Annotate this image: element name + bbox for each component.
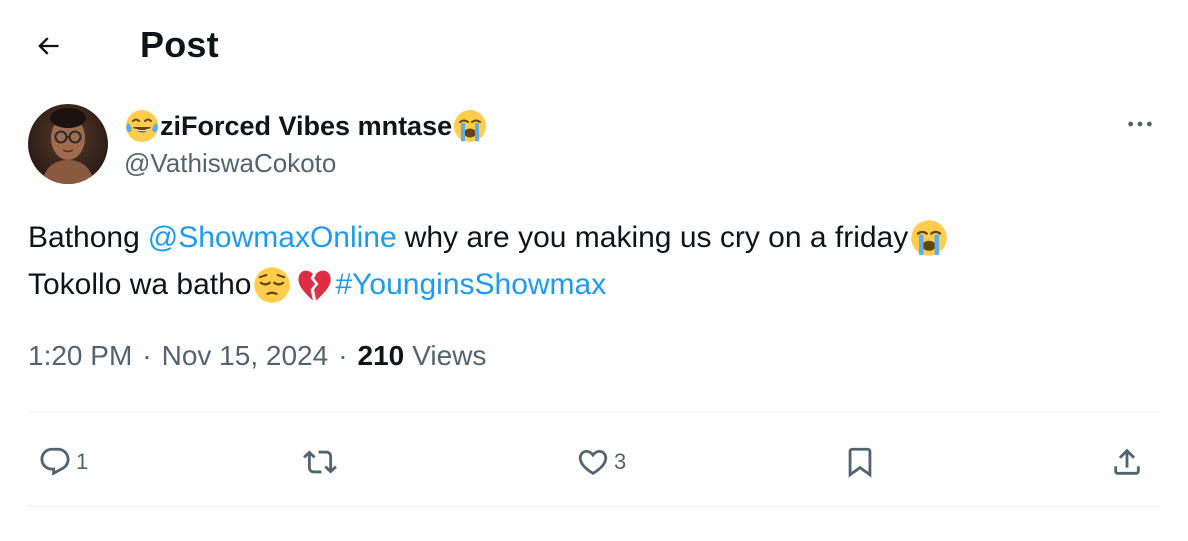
top-bar: Post [0,0,1188,92]
post-text-segment: Bathong [28,221,140,254]
more-options-button[interactable] [1118,108,1162,140]
views-count: 210 [357,340,405,371]
post-line-2: Tokollo wa batho #YounginsShowmax [28,261,1148,308]
more-horizontal-icon [1128,121,1152,127]
post-text-segment: Tokollo wa batho [28,268,252,301]
views-label: Views [412,340,487,371]
author-handle[interactable]: @VathiswaCokoto [124,148,336,179]
avatar[interactable] [28,104,108,184]
repost-button[interactable] [303,440,341,484]
arrow-left-icon [38,37,59,55]
post-time[interactable]: 1:20 PM [28,340,132,372]
bookmark-button[interactable] [843,440,877,484]
mention-link[interactable]: @ShowmaxOnline [148,214,397,261]
pensive-face-icon [254,266,291,303]
share-button[interactable] [1110,440,1144,484]
post-date[interactable]: Nov 15, 2024 [162,340,329,372]
heart-icon [578,449,608,475]
avatar-image [28,104,108,184]
divider [28,412,1160,413]
repost-icon [303,450,337,474]
like-count: 3 [614,449,627,474]
back-button[interactable] [28,26,68,66]
share-icon [1114,448,1140,475]
loudly-crying-face-icon [911,219,948,256]
hashtag-link[interactable]: #YounginsShowmax [335,261,606,308]
bookmark-icon [848,447,872,478]
reply-icon [40,447,70,476]
meta-separator: · [338,340,348,371]
loudly-crying-face-icon [454,110,487,142]
reply-count: 1 [76,449,89,474]
like-button[interactable]: 3 [576,440,626,484]
post-text-segment: why are you making us cry on a friday [404,221,909,254]
face-with-tears-of-joy-icon [126,110,158,142]
broken-heart-icon [298,270,332,301]
post-meta: 1:20 PM · Nov 15, 2024 · 210 Views [28,340,486,372]
meta-separator: · [142,340,152,371]
reply-button[interactable]: 1 [38,440,88,484]
post-text: Bathong @ShowmaxOnline why are you makin… [28,214,1148,308]
divider [28,506,1160,507]
page-title: Post [140,24,219,65]
author-name-text: ziForced Vibes mntase [160,110,453,141]
author-display-name[interactable]: ziForced Vibes mntase [124,108,488,144]
post-line-1: Bathong @ShowmaxOnline why are you makin… [28,214,1148,261]
